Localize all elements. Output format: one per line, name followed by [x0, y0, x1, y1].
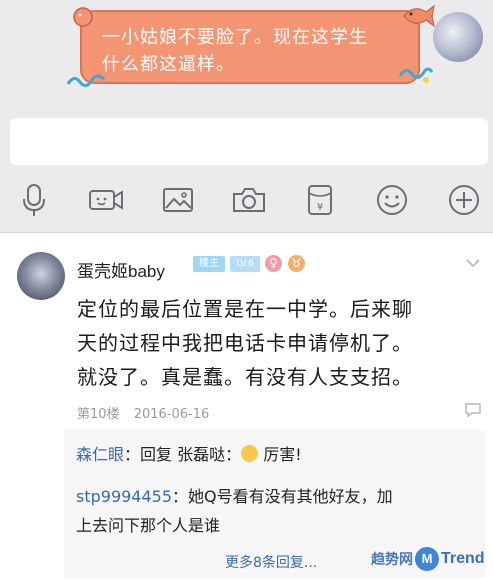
female-gender-icon: ♀ — [265, 255, 282, 272]
video-icon[interactable] — [84, 180, 128, 220]
watermark-logo: 趋势网 M Trend — [371, 547, 485, 571]
reply-text: 厉害! — [263, 445, 302, 464]
fish-decoration-icon — [403, 4, 435, 28]
chat-toolbar: ¥ — [0, 180, 493, 220]
wave-decoration-icon — [66, 74, 106, 87]
reply-target[interactable]: 张磊哒 — [177, 445, 225, 464]
self-avatar[interactable] — [433, 12, 483, 62]
image-icon[interactable] — [156, 180, 200, 220]
reply-text-line-2: 上去问下那个人是谁 — [76, 516, 221, 535]
watermark-circle: M — [415, 547, 439, 571]
reply-separator: ：回复 — [124, 445, 173, 464]
reply-icon[interactable] — [464, 402, 482, 418]
emoji-icon[interactable] — [370, 180, 414, 220]
svg-text:¥: ¥ — [317, 202, 323, 213]
comment-line-2: 天的过程中我把电话卡申请停机了。 — [77, 331, 413, 355]
zodiac-icon: ♉ — [288, 255, 305, 272]
bubble-line-2: 什么都这逼样。 — [102, 54, 235, 75]
reply-text-line-1: 她Q号看有没有其他好友，加 — [188, 487, 393, 506]
camera-icon[interactable] — [227, 180, 271, 220]
chat-bubble[interactable]: 一小姑娘不要脸了。现在这学生 什么都这逼样。 — [80, 10, 420, 84]
smile-emoji-icon — [241, 445, 259, 462]
comment-text: 定位的最后位置是在一中学。后来聊 天的过程中我把电话卡申请停机了。 就没了。真是… — [77, 292, 482, 394]
bubble-line-1: 一小姑娘不要脸了。现在这学生 — [102, 27, 368, 48]
wave-decoration-right-icon — [398, 67, 434, 83]
reply-author[interactable]: 森仁眼 — [76, 445, 124, 464]
watermark-prefix: 趋势网 — [371, 552, 413, 568]
comment-line-3: 就没了。真是蠢。有没有人支支招。 — [77, 365, 413, 389]
message-input[interactable] — [10, 118, 488, 165]
floor-number: 第10楼 — [77, 407, 120, 422]
post-date: 2016-06-16 — [133, 407, 210, 422]
comment-meta: 第10楼 2016-06-16 — [77, 403, 209, 422]
plus-icon[interactable] — [442, 180, 486, 220]
avatar[interactable] — [17, 252, 65, 300]
username[interactable]: 蛋壳姬baby — [77, 257, 165, 282]
reply-item[interactable]: stp9994455：她Q号看有没有其他好友，加 上去问下那个人是谁 — [76, 482, 478, 540]
reply-separator: ： — [172, 487, 189, 506]
reply-item[interactable]: 森仁眼：回复 张磊哒： 厉害! — [76, 441, 302, 465]
bubble-decoration-icon — [73, 7, 93, 27]
reply-separator-2: ： — [225, 445, 242, 464]
comment-line-1: 定位的最后位置是在一中学。后来聊 — [77, 297, 413, 321]
divider — [0, 232, 493, 233]
red-packet-icon[interactable]: ¥ — [298, 180, 342, 220]
level-badge: LV.6 — [230, 256, 260, 272]
watermark-suffix: Trend — [441, 550, 485, 567]
more-replies-link[interactable]: 更多8条回复... — [225, 552, 317, 572]
microphone-icon[interactable] — [12, 180, 56, 220]
chevron-down-icon[interactable] — [466, 258, 480, 268]
host-badge: 楼主 — [193, 256, 225, 272]
reply-author[interactable]: stp9994455 — [76, 487, 172, 506]
